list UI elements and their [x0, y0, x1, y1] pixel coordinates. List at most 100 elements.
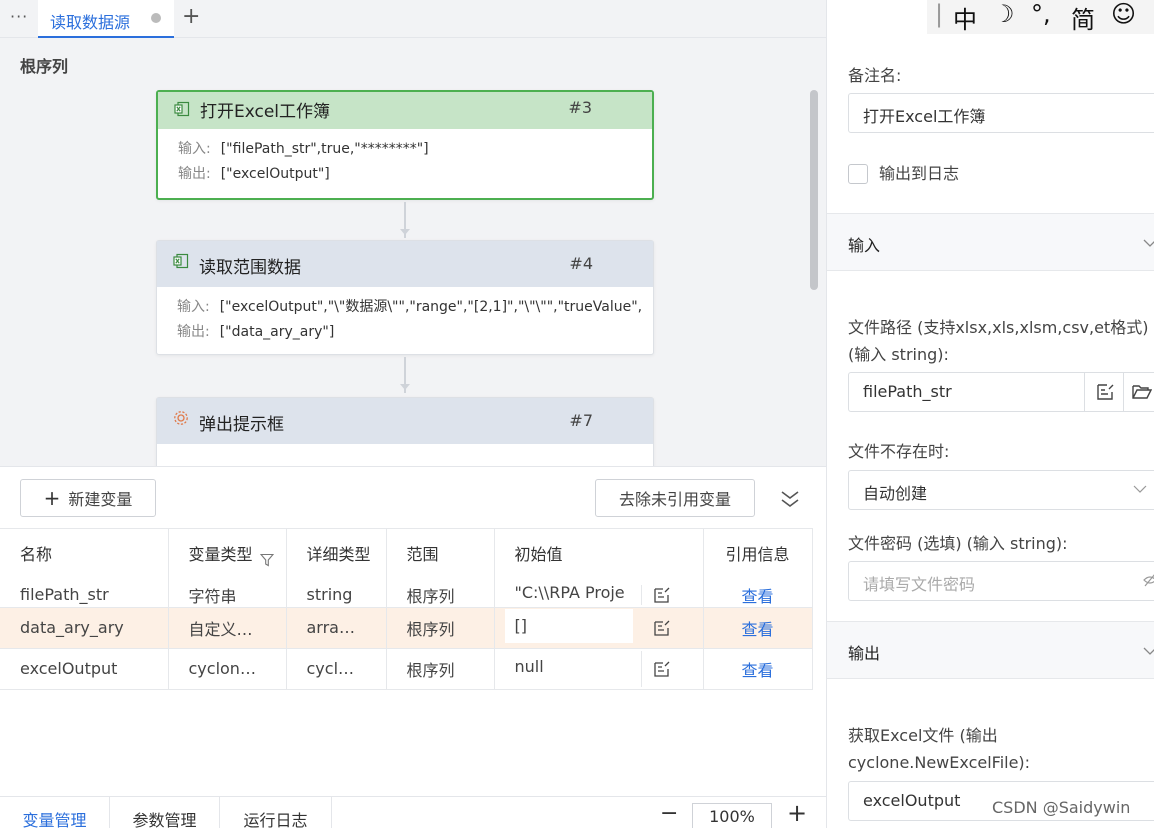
ime-grip: | [935, 0, 944, 28]
tab-read-datasource[interactable]: 读取数据源 [38, 0, 174, 38]
var-type-cell[interactable]: 自定义… [168, 607, 287, 649]
chevron-down-icon [1143, 239, 1154, 247]
cell-divider [640, 650, 642, 687]
node-title: 弹出提示框 [199, 415, 284, 435]
eye-off-icon[interactable] [1143, 572, 1154, 588]
note-input[interactable]: 打开Excel工作簿 [848, 93, 1154, 133]
gear-icon [174, 411, 188, 425]
var-value-cell[interactable]: "C:\\RPA Proje [494, 582, 704, 608]
excel-icon [174, 101, 190, 117]
file-missing-value: 自动创建 [863, 484, 928, 503]
table-row[interactable]: filePath_str 字符串 string 根序列 "C:\\RPA Pro… [0, 582, 813, 608]
column-header-detail[interactable]: 详细类型 [286, 528, 387, 583]
output-key: 输出: [178, 166, 211, 182]
tab-label: 读取数据源 [50, 13, 131, 32]
flow-node-popup[interactable]: 弹出提示框 #7 [156, 397, 654, 466]
output-section-header[interactable]: 输出 [827, 621, 1154, 679]
tab-run-log[interactable]: 运行日志 [220, 797, 332, 828]
ime-punctuation[interactable]: °, [1031, 0, 1051, 28]
var-scope-cell[interactable]: 根序列 [386, 582, 495, 608]
node-header: 弹出提示框 #7 [157, 398, 653, 444]
var-detail-cell[interactable]: string [286, 582, 387, 608]
var-type-cell[interactable]: 字符串 [168, 582, 287, 608]
flow-node-read-range[interactable]: 读取范围数据 #4 输入: ["excelOutput","\"数据源\"","r… [156, 240, 654, 355]
var-value-cell[interactable]: [] [494, 607, 704, 649]
var-detail-cell[interactable]: arra… [286, 607, 387, 649]
input-key: 输入: [177, 299, 210, 315]
ime-simplified[interactable]: 简 [1071, 0, 1095, 34]
remove-unreferenced-label: 去除未引用变量 [618, 490, 731, 509]
view-references-link[interactable]: 查看 [703, 607, 813, 649]
var-detail-cell[interactable]: cycl… [286, 648, 387, 690]
chevron-down-icon [1133, 485, 1147, 493]
var-value-cell[interactable]: null [494, 648, 704, 690]
connector-arrow [400, 202, 410, 238]
tab-variable-management[interactable]: 变量管理 [0, 797, 110, 828]
column-header-scope[interactable]: 范围 [386, 528, 495, 583]
var-name-cell[interactable]: data_ary_ary [0, 607, 169, 649]
edit-icon[interactable] [653, 619, 671, 637]
add-tab-button[interactable]: + [182, 4, 200, 29]
ime-toolbar: | 中 ☽ °, 简 ☺ [927, 0, 1154, 34]
new-variable-button[interactable]: + 新建变量 [20, 479, 156, 517]
more-tabs-button[interactable]: ··· [10, 7, 28, 26]
unsaved-dot-icon[interactable] [151, 13, 161, 23]
node-input-value: ["excelOutput","\"数据源\"","range","[2,1]"… [219, 299, 643, 315]
input-key: 输入: [178, 141, 211, 157]
column-header-type-label: 变量类型 [188, 545, 253, 564]
var-type-cell[interactable]: cyclon… [168, 648, 287, 690]
log-output-checkbox[interactable] [848, 164, 868, 184]
variables-toolbar: + 新建变量 去除未引用变量 [0, 466, 826, 528]
remove-unreferenced-button[interactable]: 去除未引用变量 [595, 479, 755, 517]
excel-icon [173, 253, 189, 269]
file-path-label-line2: (输入 string): [848, 345, 949, 364]
column-header-name[interactable]: 名称 [0, 528, 169, 583]
zoom-out-button[interactable]: − [660, 801, 678, 826]
cell-divider [640, 584, 642, 605]
output-variable-value: excelOutput [863, 791, 961, 810]
edit-icon[interactable] [653, 660, 671, 678]
var-value-text[interactable]: "C:\\RPA Proje [515, 583, 633, 602]
canvas-scrollbar[interactable] [810, 90, 818, 290]
table-row[interactable]: data_ary_ary 自定义… arra… 根序列 [] 查看 [0, 607, 813, 649]
flow-canvas[interactable]: 根序列 打开Excel工作簿 #3 输入: ["filePath_str",tru… [0, 38, 826, 466]
ime-emoji-icon[interactable]: ☺ [1111, 0, 1136, 28]
var-name-cell[interactable]: excelOutput [0, 648, 169, 690]
bottom-tab-bar: 变量管理 参数管理 运行日志 − 100% + [0, 796, 826, 828]
node-id: #3 [568, 98, 592, 117]
var-value-text[interactable]: null [515, 657, 633, 676]
connector-arrow [400, 357, 410, 393]
column-header-type[interactable]: 变量类型 [168, 528, 287, 583]
var-value-input[interactable]: [] [504, 608, 633, 643]
zoom-level-input[interactable]: 100% [692, 803, 772, 828]
node-id: #7 [569, 411, 593, 430]
table-row[interactable]: excelOutput cyclon… cycl… 根序列 null 查看 [0, 648, 813, 690]
var-scope-cell[interactable]: 根序列 [386, 607, 495, 649]
edit-icon[interactable] [1095, 382, 1115, 402]
plus-icon: + [43, 486, 61, 510]
column-header-references[interactable]: 引用信息 [703, 528, 813, 583]
output-label-line1: 获取Excel文件 (输出 [848, 726, 998, 745]
file-missing-select[interactable]: 自动创建 [848, 470, 1154, 510]
input-section-header[interactable]: 输入 [827, 213, 1154, 271]
column-header-initial-value[interactable]: 初始值 [494, 528, 704, 583]
password-input[interactable]: 请填写文件密码 [848, 561, 1154, 601]
input-section-title: 输入 [848, 236, 881, 255]
double-chevron-down-icon[interactable] [778, 487, 802, 511]
tab-parameter-management[interactable]: 参数管理 [110, 797, 220, 828]
edit-icon[interactable] [653, 586, 671, 604]
filter-icon[interactable] [259, 553, 274, 567]
var-name-cell[interactable]: filePath_str [0, 582, 169, 608]
zoom-in-button[interactable]: + [787, 799, 807, 827]
file-missing-label: 文件不存在时: [848, 442, 950, 461]
ime-moon-icon[interactable]: ☽ [993, 0, 1015, 28]
folder-open-icon[interactable] [1132, 382, 1152, 402]
output-label-line2: cyclone.NewExcelFile): [848, 753, 1031, 772]
view-references-link[interactable]: 查看 [703, 582, 813, 608]
ime-chinese-mode[interactable]: 中 [953, 0, 977, 34]
view-references-link[interactable]: 查看 [703, 648, 813, 690]
node-title: 打开Excel工作簿 [200, 102, 331, 122]
var-scope-cell[interactable]: 根序列 [386, 648, 495, 690]
flow-node-open-workbook[interactable]: 打开Excel工作簿 #3 输入: ["filePath_str",true,"*… [156, 90, 654, 200]
new-variable-label: 新建变量 [68, 490, 133, 509]
